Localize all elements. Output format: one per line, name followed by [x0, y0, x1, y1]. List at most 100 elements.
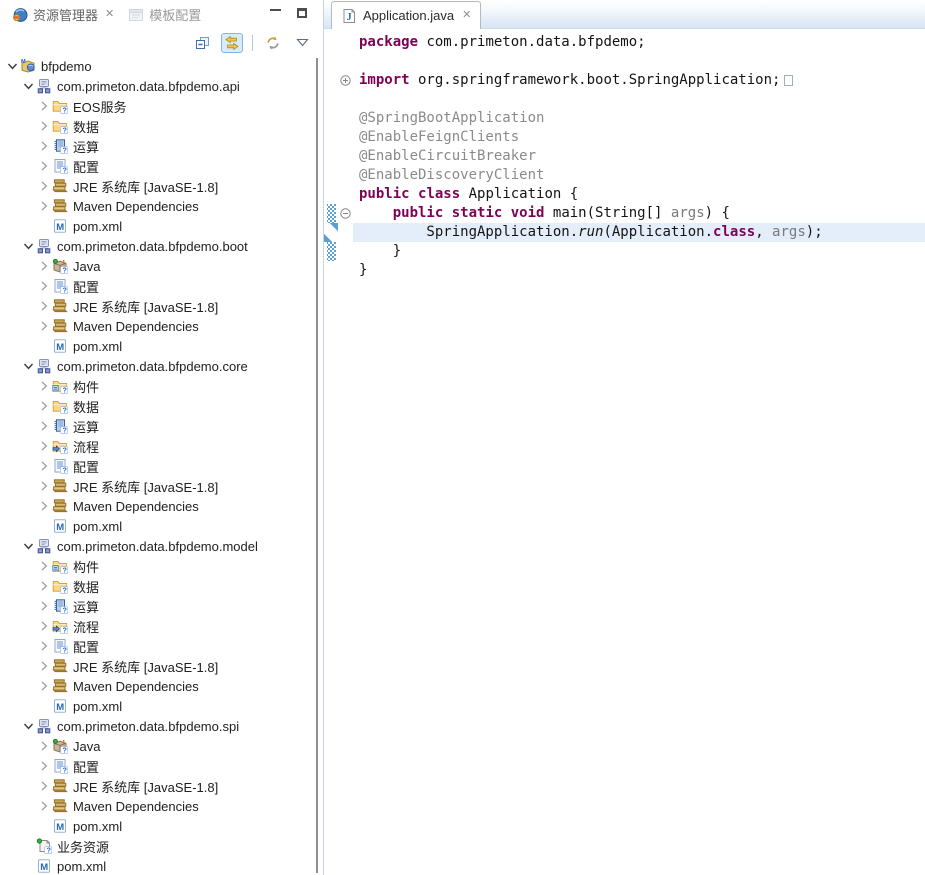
tree-item[interactable]: ?数据	[0, 116, 311, 136]
chevron-right-icon[interactable]	[37, 98, 51, 114]
tree-item[interactable]: Mpom.xml	[0, 516, 311, 536]
chevron-right-icon[interactable]	[37, 638, 51, 654]
tree-item[interactable]: Mpom.xml	[0, 816, 311, 836]
chevron-down-icon[interactable]	[21, 718, 35, 734]
chevron-right-icon[interactable]	[37, 278, 51, 294]
tree-scrollbar-thumb[interactable]	[316, 58, 318, 873]
tree-item[interactable]: ?运算	[0, 416, 311, 436]
tree-item[interactable]: ?构件	[0, 556, 311, 576]
code-line-highlighted[interactable]: SpringApplication.run(Application.class,…	[324, 223, 925, 242]
tree-item[interactable]: J?Java	[0, 256, 311, 276]
chevron-right-icon[interactable]	[37, 298, 51, 314]
tree-item[interactable]: ?配置	[0, 156, 311, 176]
tree-scrollbar[interactable]	[314, 58, 320, 873]
code-line[interactable]: @EnableDiscoveryClient	[324, 166, 925, 185]
close-icon[interactable]: ✕	[105, 9, 114, 20]
tree-item[interactable]: ?流程	[0, 436, 311, 456]
chevron-right-icon[interactable]	[37, 558, 51, 574]
chevron-down-icon[interactable]	[21, 238, 35, 254]
code-line[interactable]: import org.springframework.boot.SpringAp…	[324, 71, 925, 90]
tree-item[interactable]: ?配置	[0, 636, 311, 656]
tree-item[interactable]: ?配置	[0, 276, 311, 296]
tree-item[interactable]: Maven Dependencies	[0, 196, 311, 216]
tree-item[interactable]: com.primeton.data.bfpdemo.core	[0, 356, 311, 376]
tree-item[interactable]: Mpom.xml	[0, 336, 311, 356]
code-line[interactable]: @EnableCircuitBreaker	[324, 147, 925, 166]
tree-item[interactable]: ?配置	[0, 456, 311, 476]
view-menu-button[interactable]	[291, 33, 313, 53]
minimize-icon[interactable]	[270, 7, 281, 18]
tree-item[interactable]: com.primeton.data.bfpdemo.spi	[0, 716, 311, 736]
chevron-down-icon[interactable]	[5, 58, 19, 74]
chevron-right-icon[interactable]	[37, 658, 51, 674]
code-line[interactable]: public class Application {	[324, 185, 925, 204]
chevron-right-icon[interactable]	[37, 598, 51, 614]
close-icon[interactable]: ✕	[462, 10, 471, 21]
tree-item[interactable]: ?运算	[0, 596, 311, 616]
chevron-right-icon[interactable]	[37, 498, 51, 514]
tree-item[interactable]: Mpom.xml	[0, 216, 311, 236]
code-line[interactable]: @SpringBootApplication	[324, 109, 925, 128]
chevron-right-icon[interactable]	[37, 478, 51, 494]
tree-item[interactable]: Mpom.xml	[0, 856, 311, 875]
tree-item[interactable]: ?流程	[0, 616, 311, 636]
code-line[interactable]: public static void main(String[] args) {	[324, 204, 925, 223]
tree-item[interactable]: JRE 系统库 [JavaSE-1.8]	[0, 296, 311, 316]
chevron-down-icon[interactable]	[21, 358, 35, 374]
tree-item[interactable]: com.primeton.data.bfpdemo.boot	[0, 236, 311, 256]
chevron-right-icon[interactable]	[37, 418, 51, 434]
tree-item[interactable]: J?Java	[0, 736, 311, 756]
code-line[interactable]	[324, 90, 925, 109]
tree-item[interactable]: ?数据	[0, 396, 311, 416]
tree-item[interactable]: Maven Dependencies	[0, 496, 311, 516]
chevron-right-icon[interactable]	[37, 618, 51, 634]
chevron-right-icon[interactable]	[37, 458, 51, 474]
chevron-right-icon[interactable]	[37, 198, 51, 214]
chevron-right-icon[interactable]	[37, 178, 51, 194]
tree-item[interactable]: JRE 系统库 [JavaSE-1.8]	[0, 176, 311, 196]
chevron-right-icon[interactable]	[37, 798, 51, 814]
chevron-right-icon[interactable]	[37, 758, 51, 774]
collapse-all-button[interactable]	[192, 33, 214, 53]
tree-item[interactable]: Mpom.xml	[0, 696, 311, 716]
tree-item[interactable]: JRE 系统库 [JavaSE-1.8]	[0, 776, 311, 796]
chevron-right-icon[interactable]	[37, 118, 51, 134]
tab-resource-manager[interactable]: 资源管理器 ✕	[5, 1, 121, 29]
code-line[interactable]: }	[324, 242, 925, 261]
tree-item[interactable]: JRE 系统库 [JavaSE-1.8]	[0, 656, 311, 676]
chevron-down-icon[interactable]	[21, 78, 35, 94]
tree-item[interactable]: Maven Dependencies	[0, 796, 311, 816]
chevron-right-icon[interactable]	[37, 438, 51, 454]
tree-item[interactable]: Maven Dependencies	[0, 676, 311, 696]
chevron-right-icon[interactable]	[37, 318, 51, 334]
tree-item[interactable]: com.primeton.data.bfpdemo.api	[0, 76, 311, 96]
fold-expand-icon[interactable]	[338, 71, 353, 90]
code-editor[interactable]: package com.primeton.data.bfpdemo; import…	[324, 29, 925, 280]
maximize-icon[interactable]	[297, 8, 307, 18]
chevron-right-icon[interactable]	[37, 398, 51, 414]
chevron-right-icon[interactable]	[37, 378, 51, 394]
chevron-right-icon[interactable]	[37, 578, 51, 594]
chevron-right-icon[interactable]	[37, 138, 51, 154]
chevron-right-icon[interactable]	[37, 158, 51, 174]
tree-item[interactable]: Mbfpdemo	[0, 56, 311, 76]
code-line[interactable]: }	[324, 261, 925, 280]
folded-region-box-icon[interactable]	[784, 75, 793, 86]
chevron-right-icon[interactable]	[37, 678, 51, 694]
chevron-right-icon[interactable]	[37, 258, 51, 274]
code-line[interactable]: package com.primeton.data.bfpdemo;	[324, 33, 925, 52]
tab-template-config[interactable]: 模板配置	[121, 1, 208, 29]
tree-item[interactable]: ?业务资源	[0, 836, 311, 856]
code-line[interactable]: @EnableFeignClients	[324, 128, 925, 147]
fold-collapse-icon[interactable]	[338, 204, 353, 223]
tree-item[interactable]: ?数据	[0, 576, 311, 596]
tree-item[interactable]: com.primeton.data.bfpdemo.model	[0, 536, 311, 556]
tree-item[interactable]: ?构件	[0, 376, 311, 396]
link-with-editor-button[interactable]	[221, 33, 243, 53]
chevron-right-icon[interactable]	[37, 778, 51, 794]
tree-item[interactable]: ?EOS服务	[0, 96, 311, 116]
editor-tab-application-java[interactable]: J Application.java ✕	[331, 1, 481, 29]
tree-item[interactable]: ?运算	[0, 136, 311, 156]
chevron-down-icon[interactable]	[21, 538, 35, 554]
chevron-right-icon[interactable]	[37, 738, 51, 754]
